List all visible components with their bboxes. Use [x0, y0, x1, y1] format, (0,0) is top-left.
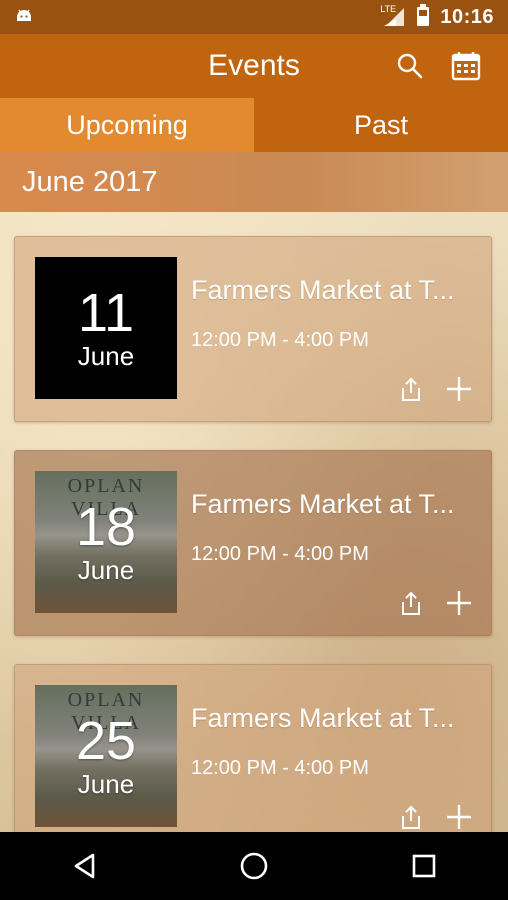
events-list[interactable]: June 2017 11 June Farmers Market at T...…	[0, 152, 508, 832]
event-day: 18	[75, 497, 137, 557]
month-header: June 2017	[0, 152, 508, 212]
event-month: June	[77, 341, 135, 371]
event-title: Farmers Market at T...	[191, 703, 455, 733]
event-time: 12:00 PM - 4:00 PM	[191, 757, 369, 779]
event-card[interactable]: OPLAN VILLA 18 June Farmers Market at T.…	[14, 450, 492, 636]
event-date-box: 11 June	[35, 257, 177, 399]
status-bar: LTE 10:16	[0, 0, 508, 34]
event-card[interactable]: 11 June Farmers Market at T... 12:00 PM …	[14, 236, 492, 422]
event-day: 11	[77, 283, 135, 343]
event-card[interactable]: OPLAN VILLA 25 June Farmers Market at T.…	[14, 664, 492, 832]
calendar-icon[interactable]	[450, 50, 482, 82]
add-icon[interactable]	[445, 803, 473, 831]
tab-bar: Upcoming Past	[0, 98, 508, 152]
event-day: 25	[75, 711, 137, 771]
add-icon[interactable]	[445, 589, 473, 617]
share-icon[interactable]	[399, 804, 423, 830]
android-icon	[14, 5, 34, 30]
app-bar: Events	[0, 34, 508, 98]
event-month: June	[77, 769, 135, 799]
system-nav-bar	[0, 832, 508, 900]
battery-icon	[416, 3, 430, 31]
network-label: LTE	[380, 4, 397, 14]
event-title: Farmers Market at T...	[191, 489, 455, 519]
search-icon[interactable]	[396, 52, 424, 80]
event-date-box: OPLAN VILLA 18 June	[35, 471, 177, 613]
back-icon[interactable]	[71, 852, 97, 880]
share-icon[interactable]	[399, 590, 423, 616]
event-title: Farmers Market at T...	[191, 275, 455, 305]
status-time: 10:16	[440, 5, 494, 28]
recents-icon[interactable]	[411, 853, 437, 879]
tab-past[interactable]: Past	[254, 98, 508, 152]
event-date-box: OPLAN VILLA 25 June	[35, 685, 177, 827]
tab-upcoming[interactable]: Upcoming	[0, 98, 254, 152]
event-month: June	[77, 555, 135, 585]
event-time: 12:00 PM - 4:00 PM	[191, 543, 369, 565]
share-icon[interactable]	[399, 376, 423, 402]
home-icon[interactable]	[239, 851, 269, 881]
event-time: 12:00 PM - 4:00 PM	[191, 329, 369, 351]
add-icon[interactable]	[445, 375, 473, 403]
signal-icon: LTE	[380, 4, 406, 28]
